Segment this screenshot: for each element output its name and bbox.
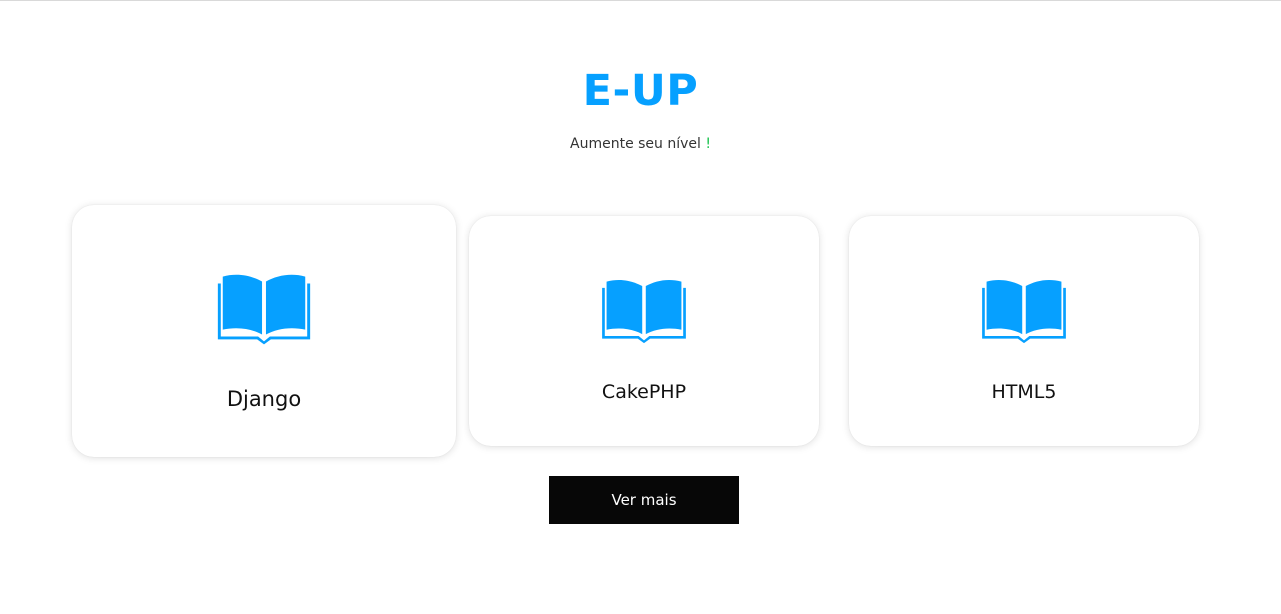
subtitle-exclamation: !: [705, 136, 711, 152]
open-book-icon: [602, 279, 686, 344]
course-card-label: Django: [226, 387, 302, 411]
course-card-django[interactable]: Django: [72, 205, 456, 457]
page-title: E-UP: [582, 66, 699, 116]
open-book-icon: [217, 274, 311, 345]
course-card-cakephp[interactable]: CakePHP: [469, 216, 819, 446]
open-book-icon: [982, 279, 1066, 344]
see-more-button[interactable]: Ver mais: [549, 476, 739, 524]
subtitle-text: Aumente seu nível: [570, 136, 701, 152]
course-card-html5[interactable]: HTML5: [849, 216, 1199, 446]
page: E-UP Aumente seu nível ! Django CakePHP …: [0, 0, 1281, 614]
top-divider: [0, 0, 1281, 1]
page-subtitle: Aumente seu nível !: [0, 134, 1281, 154]
course-card-label: HTML5: [991, 381, 1057, 403]
course-card-label: CakePHP: [601, 381, 687, 403]
